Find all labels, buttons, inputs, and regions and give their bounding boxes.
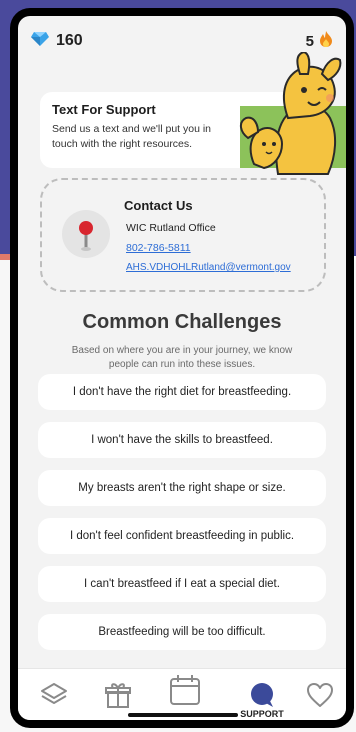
gem-counter[interactable]: 160 xyxy=(30,31,83,52)
home-indicator xyxy=(128,713,238,717)
contact-phone-link[interactable]: 802-786-5811 xyxy=(126,242,191,254)
app-screen: 160 5 Text For Support Send us a text an… xyxy=(18,16,346,720)
location-pin-icon xyxy=(62,210,110,258)
challenge-item[interactable]: I don't have the right diet for breastfe… xyxy=(38,374,326,410)
nav-calendar-button[interactable] xyxy=(164,669,206,711)
flame-icon xyxy=(318,30,334,52)
contact-card: Contact Us WIC Rutland Office 802-786-58… xyxy=(40,178,326,292)
layers-icon xyxy=(41,683,67,704)
calendar-icon xyxy=(170,675,200,705)
support-card-description: Send us a text and we'll put you in touc… xyxy=(52,123,212,150)
heart-icon xyxy=(307,683,333,707)
diamond-icon xyxy=(30,31,50,52)
contact-email-link[interactable]: AHS.VDHOHLRutland@vermont.gov xyxy=(126,262,291,273)
nav-support-button[interactable] xyxy=(244,677,280,713)
nav-rewards-button[interactable] xyxy=(100,677,136,713)
phone-frame: 160 5 Text For Support Send us a text an… xyxy=(10,8,354,728)
challenge-item[interactable]: I can't breastfeed if I eat a special di… xyxy=(38,566,326,602)
challenges-title: Common Challenges xyxy=(82,311,282,333)
nav-layers-button[interactable] xyxy=(36,677,72,713)
contact-title: Contact Us xyxy=(124,198,193,213)
streak-counter[interactable]: 5 xyxy=(306,30,334,52)
challenge-item[interactable]: I won't have the skills to breastfeed. xyxy=(38,422,326,458)
contact-office: WIC Rutland Office xyxy=(126,222,216,234)
challenges-subtitle: Based on where you are in your journey, … xyxy=(71,345,293,370)
challenge-item[interactable]: Breastfeeding will be too difficult. xyxy=(38,614,326,650)
challenge-item[interactable]: I don't feel confident breastfeeding in … xyxy=(38,518,326,554)
chat-bubble-icon xyxy=(251,683,273,707)
gem-count: 160 xyxy=(56,32,83,49)
streak-count: 5 xyxy=(305,32,314,50)
challenge-item[interactable]: My breasts aren't the right shape or siz… xyxy=(38,470,326,506)
kangaroo-mascot-illustration xyxy=(240,52,346,175)
gift-icon xyxy=(105,683,131,708)
nav-favorites-button[interactable] xyxy=(302,677,338,713)
nav-support-label: SUPPORT xyxy=(240,709,284,719)
